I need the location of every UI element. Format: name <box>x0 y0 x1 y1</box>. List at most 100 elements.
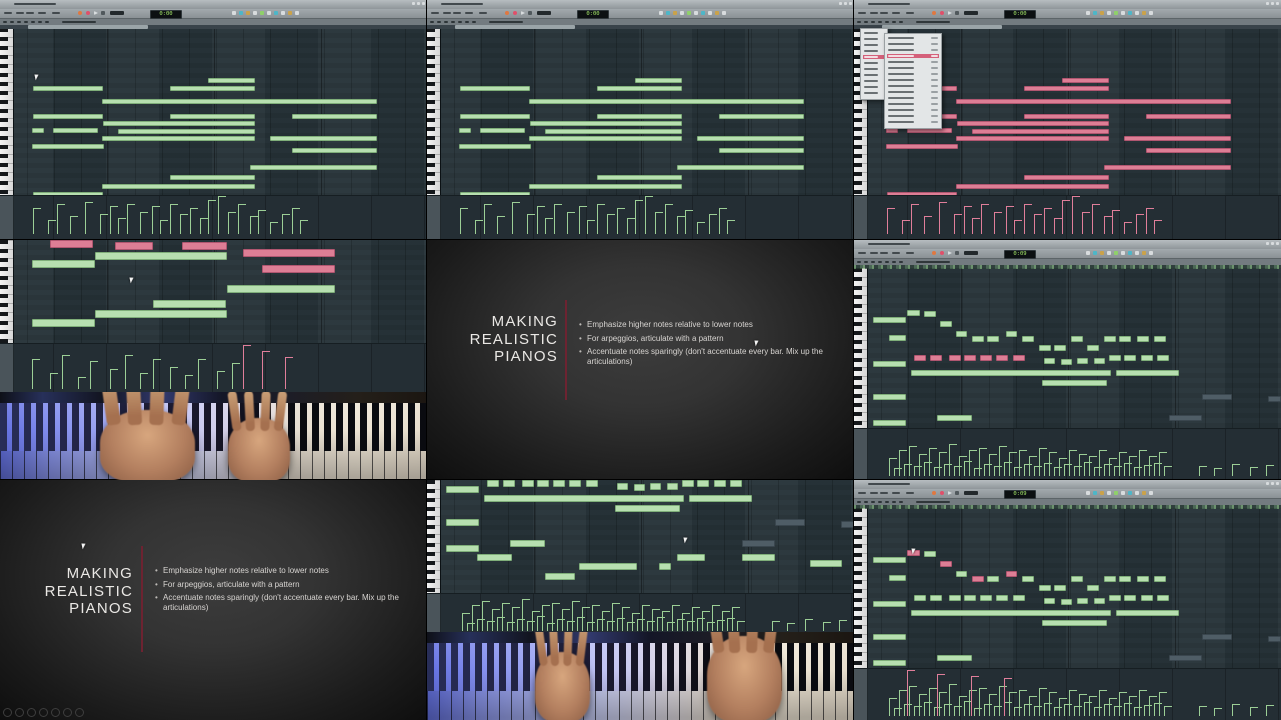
midi-note[interactable] <box>775 519 805 526</box>
midi-note[interactable] <box>956 184 1109 189</box>
velocity-cap[interactable] <box>1059 698 1067 699</box>
velocity-stem[interactable] <box>482 601 483 631</box>
menu-item[interactable] <box>906 252 914 254</box>
velocity-stem[interactable] <box>554 204 555 234</box>
velocity-cap[interactable] <box>1154 463 1162 464</box>
velocity-stem[interactable] <box>1079 454 1080 476</box>
window-button[interactable] <box>1266 242 1269 245</box>
midi-note[interactable] <box>1061 359 1072 365</box>
velocity-cap[interactable] <box>482 601 490 602</box>
velocity-cap[interactable] <box>999 446 1007 447</box>
piano-roll-tool-icon[interactable] <box>892 501 896 503</box>
velocity-stem[interactable] <box>1024 464 1025 476</box>
velocity-cap[interactable] <box>1232 464 1240 465</box>
velocity-stem[interactable] <box>567 621 568 631</box>
velocity-stem[interactable] <box>979 448 980 476</box>
zoom-icon[interactable] <box>39 708 48 717</box>
toolbar-icon[interactable] <box>680 11 684 15</box>
velocity-cap[interactable] <box>697 222 705 223</box>
velocity-cap[interactable] <box>1119 452 1127 453</box>
velocity-stem[interactable] <box>517 619 518 631</box>
velocity-stem[interactable] <box>110 206 111 234</box>
toolbar-icon[interactable] <box>1100 11 1104 15</box>
midi-note[interactable] <box>1119 336 1131 342</box>
velocity-stem[interactable] <box>597 204 598 234</box>
midi-note[interactable] <box>33 86 103 91</box>
velocity-stem[interactable] <box>622 607 623 631</box>
velocity-stem[interactable] <box>484 204 485 234</box>
midi-note[interactable] <box>924 551 936 557</box>
menu-item[interactable] <box>887 114 939 118</box>
velocity-cap[interactable] <box>969 450 977 451</box>
window-button[interactable] <box>1276 2 1279 5</box>
velocity-cap[interactable] <box>1062 200 1070 201</box>
velocity-cap[interactable] <box>727 618 735 619</box>
velocity-stem[interactable] <box>635 200 636 234</box>
velocity-cap[interactable] <box>33 208 41 209</box>
velocity-cap[interactable] <box>1024 704 1032 705</box>
midi-note[interactable] <box>262 265 335 273</box>
velocity-cap[interactable] <box>507 622 515 623</box>
velocity-cap[interactable] <box>909 686 917 687</box>
toolbar-icon[interactable] <box>239 11 243 15</box>
velocity-stem[interactable] <box>612 603 613 631</box>
menu-item[interactable] <box>880 492 888 494</box>
velocity-cap[interactable] <box>692 607 700 608</box>
velocity-stem[interactable] <box>48 220 49 234</box>
midi-note[interactable] <box>1024 114 1109 119</box>
velocity-stem[interactable] <box>475 220 476 234</box>
velocity-cap[interactable] <box>839 620 847 621</box>
velocity-stem[interactable] <box>1134 467 1135 476</box>
velocity-cap[interactable] <box>1144 465 1152 466</box>
menu-item[interactable] <box>863 31 885 35</box>
velocity-stem[interactable] <box>677 619 678 631</box>
velocity-cap[interactable] <box>50 373 58 374</box>
menu-item[interactable] <box>887 96 939 100</box>
velocity-cap[interactable] <box>647 621 655 622</box>
velocity-stem[interactable] <box>979 688 980 716</box>
velocity-stem[interactable] <box>911 204 912 234</box>
velocity-stem[interactable] <box>1054 467 1055 476</box>
midi-note[interactable] <box>742 540 775 547</box>
velocity-cap[interactable] <box>934 707 942 708</box>
velocity-stem[interactable] <box>1109 458 1110 476</box>
velocity-cap[interactable] <box>929 448 937 449</box>
midi-note[interactable] <box>553 480 565 487</box>
velocity-cap[interactable] <box>118 218 126 219</box>
velocity-cap[interactable] <box>190 208 198 209</box>
piano-roll-tool-icon[interactable] <box>465 21 469 23</box>
velocity-cap[interactable] <box>1039 448 1047 449</box>
velocity-stem[interactable] <box>232 363 233 389</box>
midi-note[interactable] <box>170 114 255 119</box>
menu-item[interactable] <box>887 72 939 76</box>
menu-item[interactable] <box>863 85 885 89</box>
velocity-cap[interactable] <box>632 613 640 614</box>
velocity-stem[interactable] <box>512 202 513 234</box>
toolbar-icon[interactable] <box>694 11 698 15</box>
midi-note[interactable] <box>719 114 804 119</box>
velocity-cap[interactable] <box>1034 706 1042 707</box>
record-icon[interactable] <box>940 251 944 255</box>
piano-roll-tool-icon[interactable] <box>885 501 889 503</box>
velocity-stem[interactable] <box>934 467 935 476</box>
toolbar-icon[interactable] <box>1086 251 1090 255</box>
window-button[interactable] <box>839 2 842 5</box>
velocity-stem[interactable] <box>1099 450 1100 476</box>
velocity-stem[interactable] <box>198 359 199 389</box>
velocity-stem[interactable] <box>90 361 91 389</box>
toolbar-icon[interactable] <box>1149 491 1153 495</box>
velocity-cap[interactable] <box>1019 450 1027 451</box>
velocity-stem[interactable] <box>712 605 713 631</box>
midi-note[interactable] <box>682 480 694 487</box>
velocity-cap[interactable] <box>899 450 907 451</box>
midi-note[interactable] <box>1087 585 1099 591</box>
velocity-cap[interactable] <box>1129 456 1137 457</box>
velocity-stem[interactable] <box>587 220 588 234</box>
toolbar-icon[interactable] <box>1093 11 1097 15</box>
velocity-cap[interactable] <box>1074 706 1082 707</box>
velocity-stem[interactable] <box>462 613 463 631</box>
velocity-stem[interactable] <box>805 619 806 631</box>
toolbar-icon[interactable] <box>1142 11 1146 15</box>
velocity-stem[interactable] <box>62 355 63 389</box>
velocity-cap[interactable] <box>1064 464 1072 465</box>
